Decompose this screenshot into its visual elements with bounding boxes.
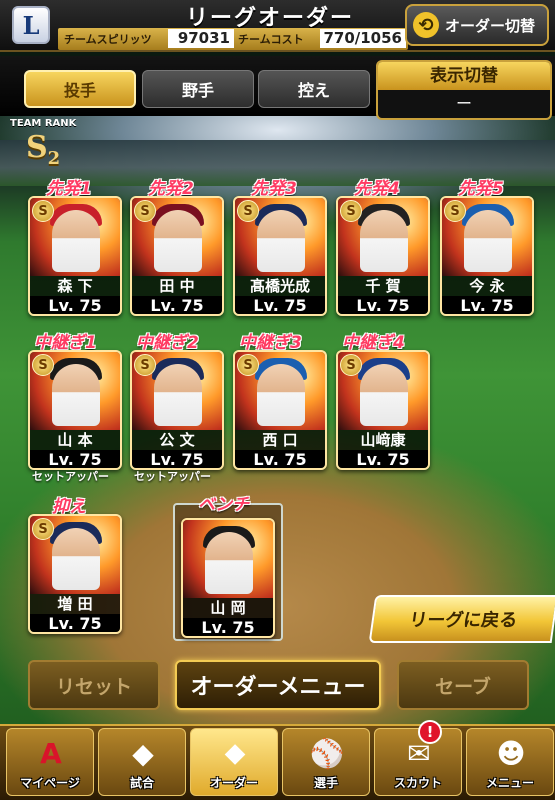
team-rank-label: TEAM RANK (10, 118, 77, 129)
player-name: 西 口 (235, 430, 325, 450)
back-to-league-label: リーグに戻る (407, 610, 519, 631)
player-name: 公 文 (132, 430, 222, 450)
player-portrait (52, 528, 100, 590)
player-card[interactable]: 今 永 Lv. 75 S (440, 196, 534, 316)
team-spirits-label: チームスピリッツ (64, 33, 152, 46)
rarity-badge-icon: S (237, 354, 259, 376)
rarity-badge-icon: S (134, 200, 156, 222)
team-rank-badge: S2 (26, 130, 61, 169)
player-card[interactable]: 山 本 Lv. 75 S (28, 350, 122, 470)
player-portrait (52, 210, 100, 272)
player-level: Lv. 75 (442, 296, 532, 314)
player-card[interactable]: 田 中 Lv. 75 S (130, 196, 224, 316)
player-card[interactable]: 森 下 Lv. 75 S (28, 196, 122, 316)
order-switch-label: オーダー切替 (445, 16, 536, 35)
player-portrait (154, 364, 202, 426)
player-name: 今 永 (442, 276, 532, 296)
player-portrait (257, 210, 305, 272)
rarity-badge-icon: S (340, 354, 362, 376)
player-portrait (257, 364, 305, 426)
display-toggle-title: 表示切替 (378, 62, 550, 90)
rarity-badge-icon: S (134, 354, 156, 376)
player-level: Lv. 75 (132, 296, 222, 314)
player-name: 千 賀 (338, 276, 428, 296)
player-name: 山 本 (30, 430, 120, 450)
nav-label: メニュー (485, 776, 534, 790)
player-card[interactable]: 西 口 Lv. 75 S (233, 350, 327, 470)
stadium-icon: ◆ (132, 736, 154, 770)
player-level: Lv. 75 (183, 618, 273, 636)
display-toggle[interactable]: 表示切替 ー (376, 60, 552, 120)
nav-label: 選手 (313, 776, 338, 790)
player-level: Lv. 75 (235, 296, 325, 314)
role-tag: セットアッパー (134, 470, 211, 483)
player-card[interactable]: 増 田 Lv. 75 S (28, 514, 122, 634)
tab-reserve[interactable]: 控え (258, 70, 370, 108)
player-name: 山 岡 (183, 598, 273, 618)
player-level: Lv. 75 (30, 614, 120, 632)
field-icon: ⬥ (225, 736, 245, 769)
order-menu-button[interactable]: オーダーメニュー (175, 660, 381, 710)
reset-button[interactable]: リセット (28, 660, 160, 710)
team-logo: L (12, 6, 50, 44)
player-level: Lv. 75 (132, 450, 222, 468)
player-level: Lv. 75 (235, 450, 325, 468)
player-name: 増 田 (30, 594, 120, 614)
tab-pitcher[interactable]: 投手 (24, 70, 136, 108)
slot-label: ベンチ (198, 495, 249, 515)
team-stats-bar: チームスピリッツ 97031 チームコスト 770/1056 (58, 28, 408, 50)
player-level: Lv. 75 (338, 450, 428, 468)
player-name: 山﨑康 (338, 430, 428, 450)
player-portrait (360, 364, 408, 426)
mypage-icon: A (40, 736, 62, 770)
order-switch-button[interactable]: ⟲ オーダー切替 (405, 4, 549, 46)
player-card[interactable]: 公 文 Lv. 75 S (130, 350, 224, 470)
nav-label: 試合 (129, 776, 154, 790)
player-name: 田 中 (132, 276, 222, 296)
nav-label: マイページ (20, 776, 80, 790)
player-name: 髙橋光成 (235, 276, 325, 296)
player-card[interactable]: 髙橋光成 Lv. 75 S (233, 196, 327, 316)
player-portrait (154, 210, 202, 272)
player-portrait (464, 210, 512, 272)
nav-label: スカウト (393, 776, 442, 790)
player-level: Lv. 75 (338, 296, 428, 314)
role-tag: セットアッパー (32, 470, 109, 483)
nav-item-menu[interactable]: ☻ メニュー (466, 728, 554, 796)
header-bar: L リーグオーダー チームスピリッツ 97031 チームコスト 770/1056… (0, 0, 555, 52)
player-icon: ⚾ (309, 736, 345, 770)
player-portrait (52, 364, 100, 426)
player-portrait (360, 210, 408, 272)
save-button[interactable]: セーブ (397, 660, 529, 710)
nav-item-stadium[interactable]: ◆ 試合 (98, 728, 186, 796)
player-card[interactable]: 山﨑康 Lv. 75 S (336, 350, 430, 470)
player-level: Lv. 75 (30, 296, 120, 314)
team-cost-value: 770/1056 (320, 29, 406, 48)
rarity-badge-icon: S (32, 354, 54, 376)
nav-item-mypage[interactable]: A マイページ (6, 728, 94, 796)
team-spirits-value: 97031 (168, 29, 234, 48)
scout-notification-badge: ! (418, 720, 442, 744)
player-card[interactable]: 山 岡 Lv. 75 (181, 518, 275, 638)
rarity-badge-icon: S (32, 200, 54, 222)
nav-item-player[interactable]: ⚾ 選手 (282, 728, 370, 796)
player-level: Lv. 75 (30, 450, 120, 468)
player-card[interactable]: 千 賀 Lv. 75 S (336, 196, 430, 316)
rarity-badge-icon: S (32, 518, 54, 540)
nav-item-scout[interactable]: ✉ スカウト (374, 728, 462, 796)
rarity-badge-icon: S (237, 200, 259, 222)
display-toggle-value: ー (455, 94, 472, 113)
tab-fielder[interactable]: 野手 (142, 70, 254, 108)
team-cost-label: チームコスト (238, 33, 304, 46)
rarity-badge-icon: S (340, 200, 362, 222)
nav-label: オーダー (209, 776, 258, 790)
menu-icon: ☻ (496, 736, 526, 770)
player-name: 森 下 (30, 276, 120, 296)
switch-arrows-icon: ⟲ (413, 12, 439, 38)
rarity-badge-icon: S (444, 200, 466, 222)
player-portrait (205, 532, 253, 594)
back-to-league-button[interactable]: リーグに戻る (368, 595, 555, 643)
nav-item-field[interactable]: ⬥ オーダー (190, 728, 278, 796)
